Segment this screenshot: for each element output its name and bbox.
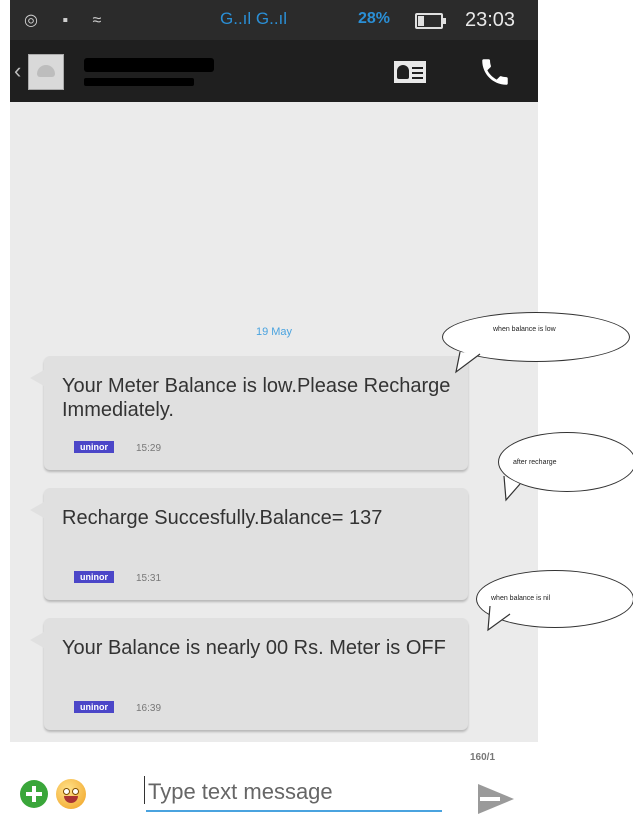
annotation-tail [455,352,481,374]
chevron-left-icon[interactable]: ‹ [14,58,21,84]
message-bubble[interactable]: Your Balance is nearly 00 Rs. Meter is O… [30,618,468,730]
message-list[interactable]: 19 May Your Meter Balance is low.Please … [10,102,538,742]
message-time: 15:31 [136,573,162,584]
message-bubble[interactable]: Recharge Succesfully.Balance= 137 uninor… [30,488,468,600]
phone-icon[interactable] [478,55,512,89]
message-time: 15:29 [136,443,162,454]
plus-circle-icon[interactable] [20,780,48,808]
clock: 23:03 [465,9,516,31]
contact-card-icon[interactable] [394,61,426,83]
sim-badge: uninor [74,701,114,713]
annotation-text: when balance is low [493,326,556,333]
conversation-header: ‹ [10,40,538,102]
emoji-icon[interactable] [56,779,86,809]
message-bubble[interactable]: Your Meter Balance is low.Please Recharg… [30,356,468,470]
message-text: Recharge Succesfully.Balance= 137 [62,507,383,529]
message-composer: 160/1 [10,742,538,820]
battery-icon [415,13,446,29]
character-counter: 160/1 [470,752,496,763]
notification-icons: ◎ ▪ ≈ [24,12,112,29]
status-bar: ◎ ▪ ≈ G..ıl G..ıl 28% 23:03 [10,0,538,40]
annotation-text: when balance is nil [491,595,551,602]
sim-badge: uninor [74,571,114,583]
battery-percent: 28% [358,10,391,27]
contact-avatar[interactable] [28,54,64,90]
message-text: Your Meter Balance is low.Please Recharg… [62,375,451,421]
contact-name-redacted [84,58,214,72]
contact-card-picture [397,65,409,79]
network-signal-icon: G..ıl G..ıl [220,9,288,28]
contact-card-lines [412,67,423,69]
emoji-mouth [64,796,78,803]
text-cursor [144,776,145,804]
message-time: 16:39 [136,703,162,714]
annotation-text: after recharge [513,459,557,466]
annotation-tail [487,606,511,632]
sim-badge: uninor [74,441,114,453]
send-icon[interactable] [478,784,514,814]
annotation-tail [503,476,521,502]
contact-number-redacted [84,78,194,86]
emoji-eye [63,788,70,795]
emoji-eye [72,788,79,795]
message-input[interactable] [146,774,442,812]
messaging-screen: ◎ ▪ ≈ G..ıl G..ıl 28% 23:03 ‹ 19 May You… [10,0,538,820]
message-text: Your Balance is nearly 00 Rs. Meter is O… [62,637,446,659]
